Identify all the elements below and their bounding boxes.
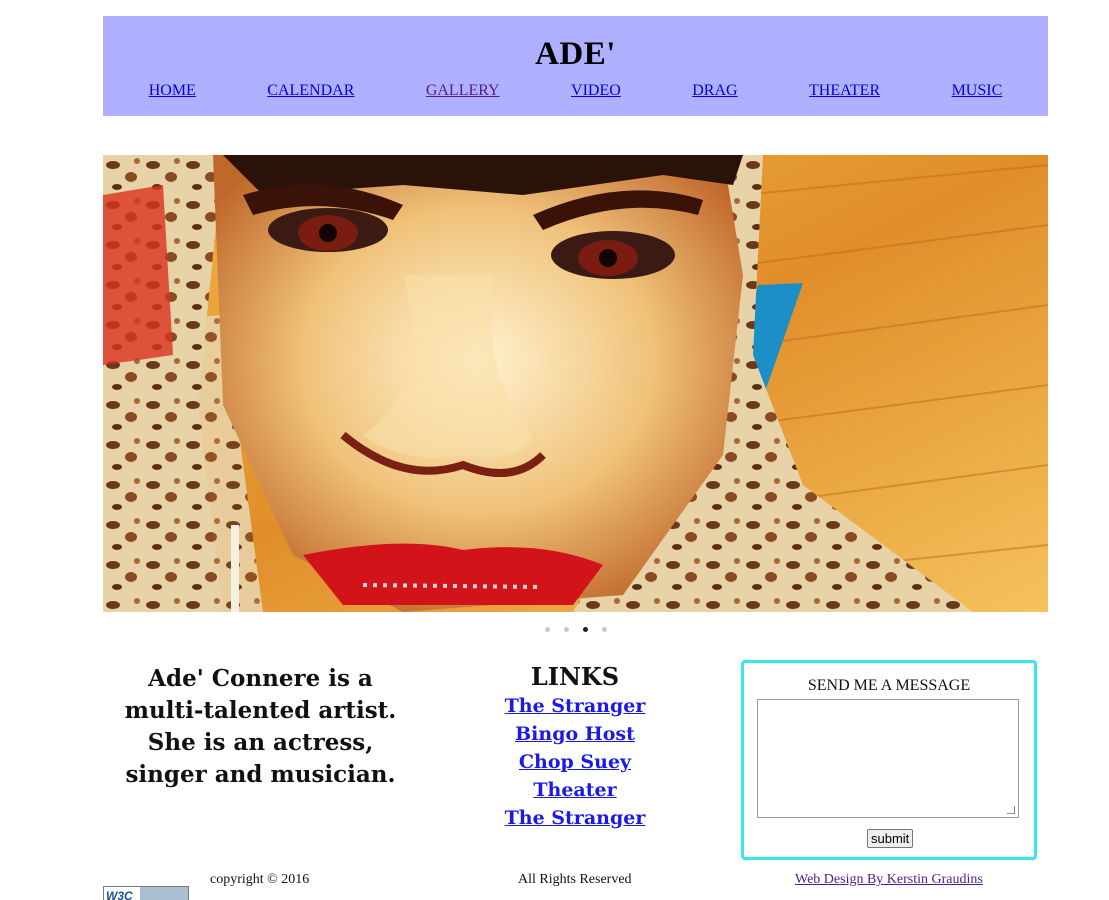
- message-title: SEND ME A MESSAGE: [807, 677, 971, 694]
- message-textarea[interactable]: [757, 699, 1019, 818]
- nav-music[interactable]: MUSIC: [952, 82, 1003, 102]
- link-theater[interactable]: Theater: [533, 779, 616, 801]
- link-the-stranger-2[interactable]: The Stranger: [505, 807, 646, 829]
- message-form: SEND ME A MESSAGE submit: [741, 660, 1037, 860]
- links-section: LINKS The Stranger Bingo Host Chop Suey …: [495, 663, 655, 833]
- list-item: Theater: [495, 777, 655, 805]
- main-nav: HOME CALENDAR GALLERY VIDEO DRAG THEATER…: [103, 82, 1048, 102]
- list-item: The Stranger: [495, 805, 655, 833]
- hero-slide-image[interactable]: [103, 155, 1048, 612]
- links-list: The Stranger Bingo Host Chop Suey Theate…: [495, 693, 655, 833]
- w3c-validation-badge[interactable]: W3C: [103, 886, 189, 900]
- nav-drag[interactable]: DRAG: [692, 82, 737, 102]
- slider-dot[interactable]: [563, 627, 569, 632]
- copyright-text: copyright © 2016: [210, 872, 310, 887]
- links-heading: LINKS: [530, 662, 620, 691]
- nav-video[interactable]: VIDEO: [571, 82, 621, 102]
- portrait-photo: [103, 155, 1048, 612]
- rights-text: All Rights Reserved: [518, 872, 632, 887]
- list-item: The Stranger: [495, 693, 655, 721]
- slider-dot[interactable]: [601, 627, 607, 632]
- site-header: ADE' HOME CALENDAR GALLERY VIDEO DRAG TH…: [103, 16, 1048, 116]
- resize-handle-icon[interactable]: [1007, 806, 1015, 814]
- w3c-logo-icon: W3C: [106, 889, 133, 900]
- link-bingo-host[interactable]: Bingo Host: [515, 723, 635, 745]
- link-chop-suey[interactable]: Chop Suey: [519, 751, 631, 773]
- nav-home[interactable]: HOME: [149, 82, 196, 102]
- nav-gallery[interactable]: GALLERY: [426, 82, 500, 102]
- site-title: ADE': [535, 36, 616, 72]
- submit-button[interactable]: submit: [867, 829, 914, 848]
- nav-calendar[interactable]: CALENDAR: [267, 82, 354, 102]
- list-item: Chop Suey: [495, 749, 655, 777]
- list-item: Bingo Host: [495, 721, 655, 749]
- slider-dot[interactable]: [544, 627, 550, 632]
- nav-theater[interactable]: THEATER: [809, 82, 880, 102]
- bio-text: Ade' Connere is a multi-talented artist.…: [124, 665, 397, 788]
- page: ADE' HOME CALENDAR GALLERY VIDEO DRAG TH…: [0, 0, 1109, 900]
- slider-dot-active[interactable]: [582, 627, 588, 632]
- slider-dots: [0, 627, 1109, 632]
- web-design-credit-link[interactable]: Web Design By Kerstin Graudins: [795, 872, 983, 888]
- link-the-stranger[interactable]: The Stranger: [505, 695, 646, 717]
